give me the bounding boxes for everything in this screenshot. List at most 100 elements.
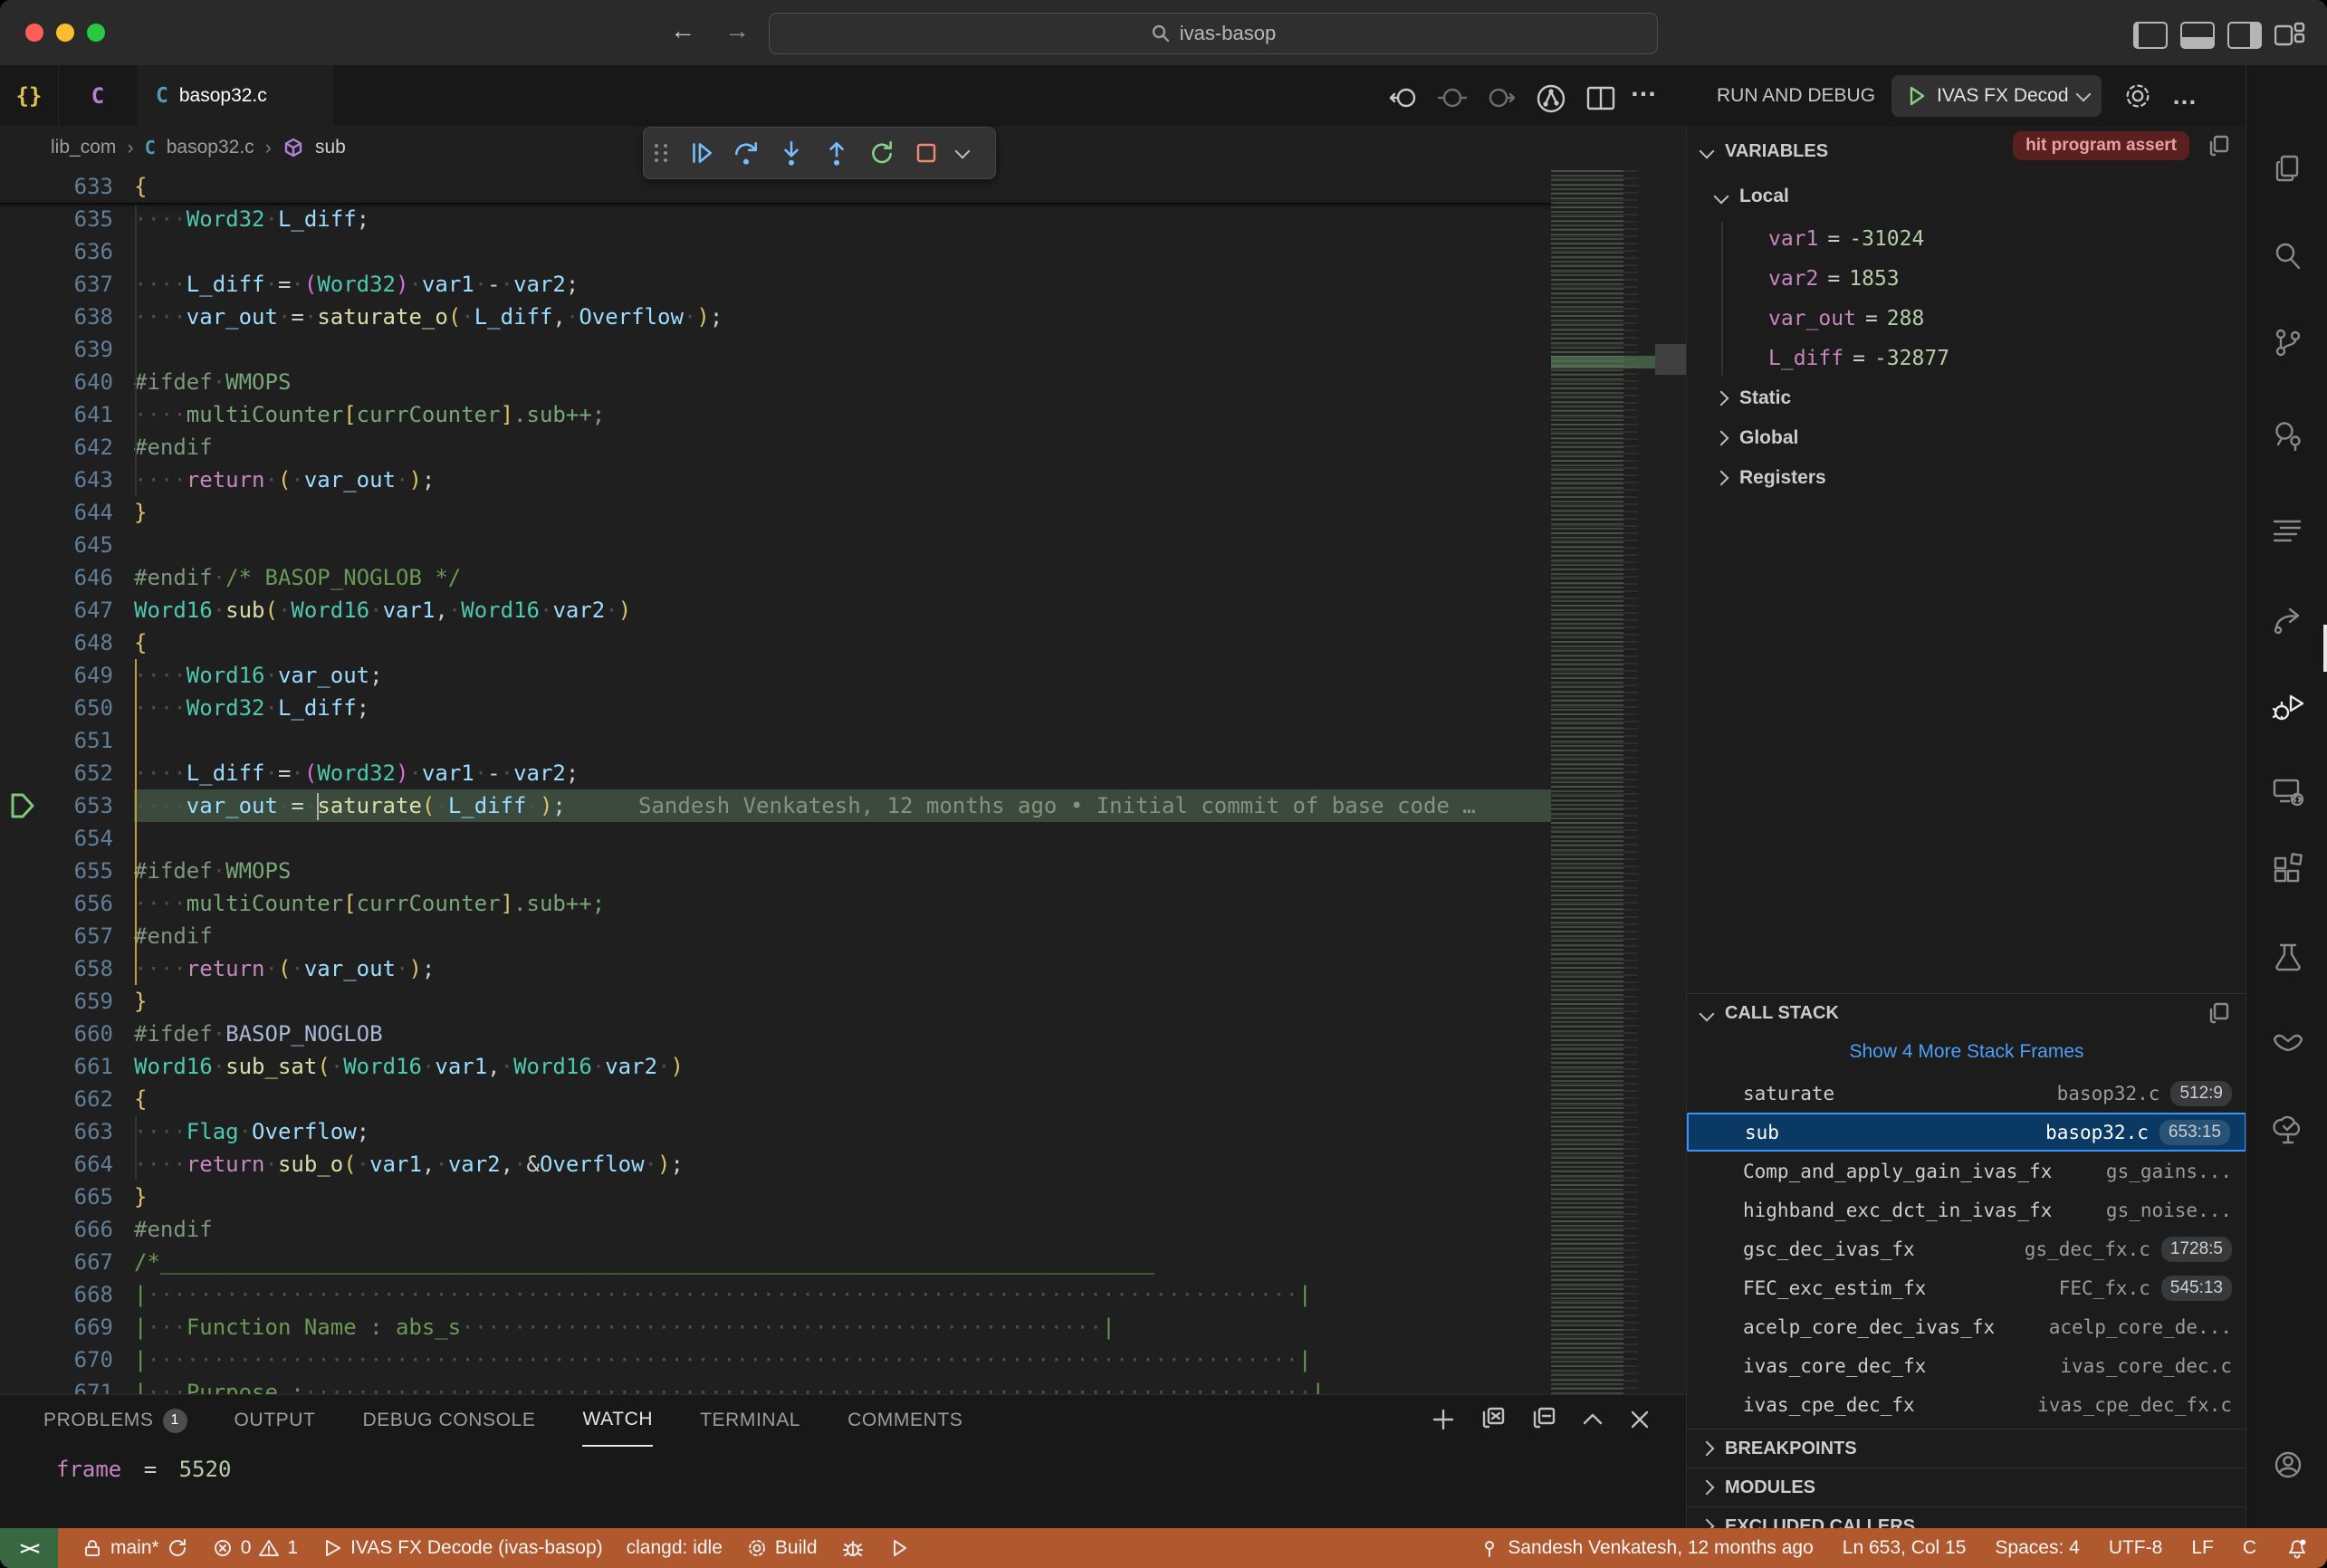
line-number[interactable]: 661 bbox=[0, 1050, 113, 1083]
scope-local[interactable]: Local bbox=[1687, 177, 2246, 216]
line-number[interactable]: 665 bbox=[0, 1181, 113, 1213]
source-control-graph-icon[interactable] bbox=[1534, 81, 1568, 116]
run-task-item[interactable] bbox=[888, 1537, 910, 1559]
code-line[interactable]: 652····L_diff·=·(Word32)·var1·-·var2; bbox=[0, 757, 1551, 789]
code-line[interactable]: 666#endif bbox=[0, 1213, 1551, 1246]
code-line[interactable]: 653····var_out·=·saturate(·L_diff·);Sand… bbox=[0, 789, 1551, 822]
line-number[interactable]: 643 bbox=[0, 464, 113, 496]
code-line[interactable]: 656····multiCounter[currCounter].sub++; bbox=[0, 887, 1551, 920]
search-pin-extension-icon[interactable] bbox=[2270, 418, 2304, 453]
toggle-secondary-sidebar-icon[interactable] bbox=[2227, 22, 2262, 49]
stack-frame-row[interactable]: Comp_and_apply_gain_ivas_fxgs_gains... bbox=[1687, 1152, 2246, 1190]
code-line[interactable]: 671|···Purpose :························… bbox=[0, 1376, 1551, 1394]
open-call-stack-view-icon[interactable] bbox=[2206, 1000, 2233, 1028]
panel-tab-debug-console[interactable]: DEBUG CONSOLE bbox=[362, 1395, 535, 1446]
line-number[interactable]: 644 bbox=[0, 496, 113, 529]
line-number[interactable]: 671 bbox=[0, 1376, 113, 1394]
nav-forward-circle-icon[interactable] bbox=[1485, 81, 1518, 114]
remove-all-watch-icon[interactable] bbox=[1478, 1404, 1508, 1435]
scope-registers[interactable]: Registers bbox=[1687, 458, 2246, 498]
build-item[interactable]: Build bbox=[746, 1537, 818, 1559]
line-number[interactable]: 668 bbox=[0, 1278, 113, 1311]
line-number[interactable]: 651 bbox=[0, 724, 113, 757]
stack-frame-row[interactable]: gsc_dec_ivas_fxgs_dec_fx.c1728:5 bbox=[1687, 1229, 2246, 1268]
split-editor-icon[interactable] bbox=[1585, 81, 1617, 114]
stack-frame-marker-icon[interactable] bbox=[7, 791, 38, 820]
line-number[interactable]: 633 bbox=[0, 170, 113, 203]
code-line[interactable]: 651 bbox=[0, 724, 1551, 757]
line-number[interactable]: 635 bbox=[0, 203, 113, 235]
branch-item[interactable]: main* bbox=[81, 1537, 188, 1559]
code-line[interactable]: 640#ifdef·WMOPS bbox=[0, 366, 1551, 398]
code-line[interactable]: 635····Word32·L_diff; bbox=[0, 203, 1551, 235]
live-share-icon[interactable] bbox=[2270, 601, 2304, 636]
stack-frame-row[interactable]: saturatebasop32.c512:9 bbox=[1687, 1074, 2246, 1113]
code-line[interactable]: 662{ bbox=[0, 1083, 1551, 1115]
code-line[interactable]: 644} bbox=[0, 496, 1551, 529]
code-line[interactable]: 648{ bbox=[0, 626, 1551, 659]
line-number[interactable]: 638 bbox=[0, 301, 113, 333]
variable-row[interactable]: var_out=288 bbox=[1768, 299, 1924, 339]
eol-item[interactable]: LF bbox=[2191, 1537, 2214, 1559]
gitlens-icon[interactable] bbox=[2270, 1025, 2306, 1061]
todo-tree-icon[interactable] bbox=[2270, 1112, 2306, 1148]
stack-frame-row[interactable]: ivas_core_dec_fxivas_core_dec.c bbox=[1687, 1346, 2246, 1385]
panel-tab-watch[interactable]: WATCH bbox=[582, 1394, 653, 1447]
code-line[interactable]: 667/*___________________________________… bbox=[0, 1246, 1551, 1278]
code-line[interactable]: 654 bbox=[0, 822, 1551, 855]
line-number[interactable]: 636 bbox=[0, 235, 113, 268]
restart-button[interactable] bbox=[868, 139, 895, 167]
variable-row[interactable]: var1=-31024 bbox=[1768, 219, 1924, 259]
tab-pinned-json[interactable]: {} bbox=[0, 65, 59, 126]
line-number[interactable]: 641 bbox=[0, 398, 113, 431]
cursor-position-item[interactable]: Ln 653, Col 15 bbox=[1843, 1537, 1967, 1559]
line-number[interactable]: 666 bbox=[0, 1213, 113, 1246]
code-line[interactable]: 647Word16·sub(·Word16·var1,·Word16·var2·… bbox=[0, 594, 1551, 626]
line-number[interactable]: 652 bbox=[0, 757, 113, 789]
collapse-all-icon[interactable] bbox=[1528, 1404, 1559, 1435]
line-number[interactable]: 669 bbox=[0, 1311, 113, 1343]
open-variables-view-icon[interactable] bbox=[2206, 133, 2233, 160]
breadcrumb-symbol[interactable]: sub bbox=[315, 137, 346, 158]
continue-button[interactable] bbox=[687, 139, 714, 167]
code-line[interactable]: 646#endif·/* BASOP_NOGLOB */ bbox=[0, 561, 1551, 594]
nav-back-circle-icon[interactable] bbox=[1387, 81, 1420, 114]
remote-indicator[interactable]: >< bbox=[0, 1528, 58, 1568]
line-number[interactable]: 646 bbox=[0, 561, 113, 594]
command-center-search[interactable]: ivas-basop bbox=[769, 13, 1658, 54]
code-line[interactable]: 659} bbox=[0, 985, 1551, 1018]
code-line[interactable]: 668|····································… bbox=[0, 1278, 1551, 1311]
code-line[interactable]: 655#ifdef·WMOPS bbox=[0, 855, 1551, 887]
step-into-button[interactable] bbox=[778, 139, 805, 167]
variable-row[interactable]: L_diff=-32877 bbox=[1768, 339, 1949, 378]
source-control-icon[interactable] bbox=[2270, 326, 2304, 360]
panel-tab-comments[interactable]: COMMENTS bbox=[847, 1395, 962, 1446]
minimap[interactable] bbox=[1551, 170, 1655, 1394]
line-number[interactable]: 642 bbox=[0, 431, 113, 464]
code-line[interactable]: 636 bbox=[0, 235, 1551, 268]
line-number[interactable]: 649 bbox=[0, 659, 113, 692]
clangd-status-item[interactable]: clangd: idle bbox=[627, 1537, 723, 1559]
variable-row[interactable]: var2=1853 bbox=[1768, 259, 1900, 299]
testing-beaker-icon[interactable] bbox=[2270, 940, 2306, 976]
line-number[interactable]: 647 bbox=[0, 594, 113, 626]
remote-explorer-icon[interactable] bbox=[2270, 773, 2306, 809]
code-editor[interactable]: 633{635····Word32·L_diff;636637····L_dif… bbox=[0, 168, 1686, 1394]
code-line[interactable]: 637····L_diff·=·(Word32)·var1·-·var2; bbox=[0, 268, 1551, 301]
line-number[interactable]: 659 bbox=[0, 985, 113, 1018]
explorer-icon[interactable] bbox=[2270, 152, 2304, 186]
customize-layout-icon[interactable] bbox=[2274, 22, 2305, 47]
add-watch-expression-icon[interactable] bbox=[1429, 1405, 1458, 1434]
language-mode-item[interactable]: C bbox=[2243, 1537, 2256, 1559]
line-number[interactable]: 657 bbox=[0, 920, 113, 952]
line-number[interactable]: 667 bbox=[0, 1246, 113, 1278]
code-line[interactable]: 650····Word32·L_diff; bbox=[0, 692, 1551, 724]
accounts-icon[interactable] bbox=[2270, 1447, 2306, 1483]
code-line[interactable]: 658····return·(·var_out·); bbox=[0, 952, 1551, 985]
line-number[interactable]: 662 bbox=[0, 1083, 113, 1115]
code-line[interactable]: 657#endif bbox=[0, 920, 1551, 952]
stop-button[interactable] bbox=[914, 140, 939, 166]
code-line[interactable]: 660#ifdef·BASOP_NOGLOB bbox=[0, 1018, 1551, 1050]
stack-frame-row[interactable]: acelp_core_dec_ivas_fxacelp_core_de... bbox=[1687, 1307, 2246, 1346]
stack-frame-row[interactable]: ivas_cpe_dec_fxivas_cpe_dec_fx.c bbox=[1687, 1385, 2246, 1424]
